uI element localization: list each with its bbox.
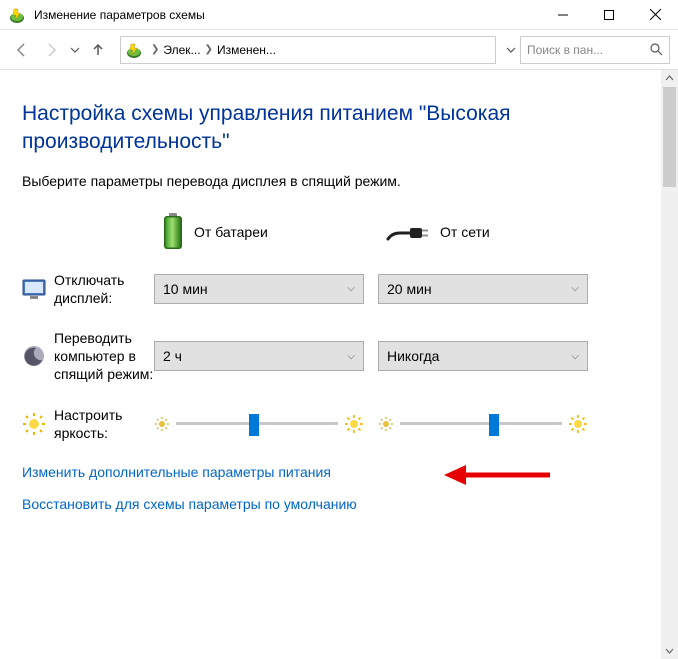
slider-track[interactable] [176,422,338,425]
brightness-label: Настроить яркость: [54,406,154,442]
slider-thumb[interactable] [489,414,499,436]
brightness-sun-icon [22,412,46,436]
plugged-column-label: От сети [440,224,490,240]
breadcrumb-item-2[interactable]: Изменен... [217,43,276,57]
search-input[interactable]: Поиск в пан... [520,36,670,64]
monitor-icon [22,277,46,301]
up-button[interactable] [84,36,112,64]
slider-track[interactable] [400,422,562,425]
chevron-down-icon: ⌵ [347,351,355,362]
chevron-down-icon: ⌵ [347,283,355,294]
advanced-link-row: Изменить дополнительные параметры питани… [22,464,639,482]
chevron-down-icon: ⌵ [571,351,579,362]
vertical-scrollbar[interactable] [661,70,678,659]
breadcrumb[interactable]: ❯ Элек... ❯ Изменен... [120,36,496,64]
restore-link-row: Восстановить для схемы параметры по умол… [22,496,639,514]
column-headers: От батареи От сети [22,213,639,251]
advanced-settings-link[interactable]: Изменить дополнительные параметры питани… [22,464,331,480]
annotation-arrow-icon [442,461,552,489]
scrollbar-thumb[interactable] [663,87,676,187]
sun-large-icon [568,414,588,434]
row-brightness: Настроить яркость: [22,406,639,442]
power-plan-icon [8,6,26,24]
sleep-plugged-select[interactable]: Никогда ⌵ [378,341,588,371]
page-instruction: Выберите параметры перевода дисплея в сп… [22,173,639,189]
chevron-down-icon: ⌵ [571,283,579,294]
page-title: Настройка схемы управления питанием "Выс… [22,100,639,157]
sun-large-icon [344,414,364,434]
back-button[interactable] [8,36,36,64]
display-off-label: Отключать дисплей: [54,271,154,307]
sleep-label: Переводить компьютер в спящий режим: [54,329,154,384]
window-controls [540,0,678,30]
sun-small-icon [154,416,170,432]
recent-locations-chevron-icon[interactable] [68,36,82,64]
scroll-down-button[interactable] [661,642,678,659]
sleep-moon-icon [22,344,46,368]
brightness-battery-slider[interactable] [154,409,364,439]
plug-icon [386,221,430,243]
forward-button[interactable] [38,36,66,64]
close-button[interactable] [632,0,678,30]
chevron-right-icon: ❯ [201,44,217,55]
sleep-battery-value: 2 ч [163,348,182,364]
brightness-plugged-slider[interactable] [378,409,588,439]
sleep-plugged-value: Никогда [387,348,439,364]
minimize-button[interactable] [540,0,586,30]
search-icon [650,43,663,56]
window-title: Изменение параметров схемы [34,8,540,22]
battery-column-header: От батареи [162,213,386,251]
chevron-right-icon: ❯ [147,44,163,55]
sleep-battery-select[interactable]: 2 ч ⌵ [154,341,364,371]
display-off-plugged-value: 20 мин [387,281,432,297]
search-placeholder: Поиск в пан... [527,43,650,57]
restore-defaults-link[interactable]: Восстановить для схемы параметры по умол… [22,496,357,512]
display-off-battery-select[interactable]: 10 мин ⌵ [154,274,364,304]
maximize-button[interactable] [586,0,632,30]
navbar: ❯ Элек... ❯ Изменен... Поиск в пан... [0,30,678,70]
battery-column-label: От батареи [194,224,268,240]
titlebar: Изменение параметров схемы [0,0,678,30]
breadcrumb-icon [125,41,143,59]
display-off-plugged-select[interactable]: 20 мин ⌵ [378,274,588,304]
display-off-battery-value: 10 мин [163,281,208,297]
slider-thumb[interactable] [249,414,259,436]
sun-small-icon [378,416,394,432]
plugged-column-header: От сети [386,221,490,243]
breadcrumb-item-1[interactable]: Элек... [163,43,200,57]
row-sleep: Переводить компьютер в спящий режим: 2 ч… [22,329,639,384]
row-display-off: Отключать дисплей: 10 мин ⌵ 20 мин ⌵ [22,271,639,307]
address-dropdown-chevron-icon[interactable] [504,36,518,64]
battery-icon [162,213,184,251]
scroll-up-button[interactable] [661,70,678,87]
main-content: Настройка схемы управления питанием "Выс… [0,70,661,524]
